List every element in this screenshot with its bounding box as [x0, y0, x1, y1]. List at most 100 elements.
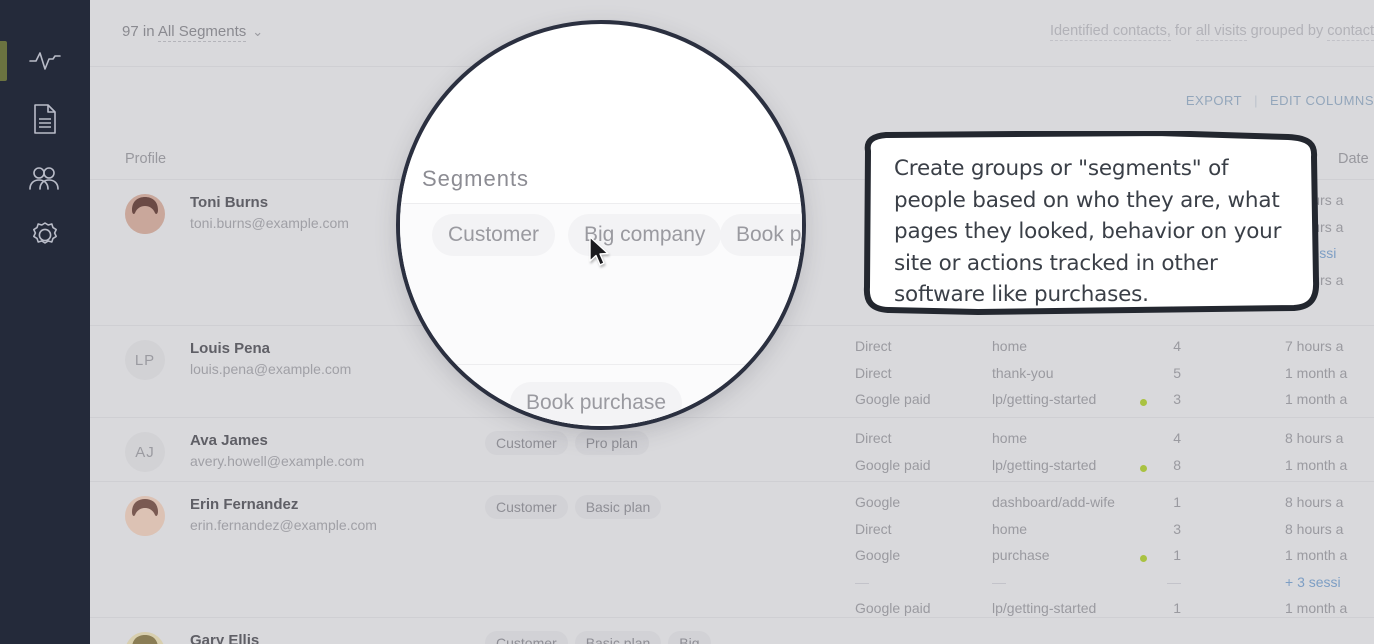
contact-name[interactable]: Erin Fernandez	[190, 496, 298, 513]
sidebar-item-contacts[interactable]	[0, 151, 90, 205]
document-icon	[32, 103, 58, 135]
visit-count: 1	[1173, 600, 1181, 616]
visit-date: 8 hours a	[1285, 430, 1344, 446]
chevron-down-icon[interactable]: ⌄	[252, 24, 263, 40]
segment-tags: Customer Basic plan Big	[485, 631, 718, 644]
segment-tags: Customer Pro plan	[485, 431, 656, 455]
table-row[interactable]: AJ Ava James avery.howell@example.com Custo…	[90, 418, 1374, 482]
contact-name[interactable]: Gary Ellis	[190, 632, 259, 644]
visit-date: 8 hours a	[1285, 520, 1344, 537]
visit-count: 1	[1173, 547, 1181, 563]
visit-page: home	[992, 430, 1028, 446]
visit-date: 1 month a	[1285, 364, 1348, 381]
sidebar-item-activity[interactable]	[0, 33, 90, 87]
segment-tag[interactable]: Customer	[485, 631, 568, 644]
table-row[interactable]: Erin Fernandez erin.fernandez@example.com…	[90, 482, 1374, 618]
visit-source: Direct	[855, 430, 892, 446]
avatar-initials: AJ	[135, 443, 155, 461]
filter-contacts-type[interactable]: Identified contacts,	[1049, 23, 1171, 41]
visit-page: lp/getting-started	[992, 456, 1097, 473]
visit-source: Google	[855, 494, 901, 510]
magnified-tag-book-purchase[interactable]: Book purc	[720, 214, 802, 256]
filter-summary: Identified contacts, for all visits grou…	[1049, 23, 1374, 41]
pulse-icon	[28, 47, 62, 73]
magnified-segments-title: Segments	[422, 166, 530, 191]
visit-date: 1 month a	[1285, 391, 1348, 407]
contact-name[interactable]: Louis Pena	[190, 340, 270, 357]
people-icon	[28, 165, 62, 191]
visit-date: 8 hours a	[1285, 494, 1344, 510]
contact-name[interactable]: Toni Burns	[190, 194, 268, 211]
visit-page: lp/getting-started	[992, 600, 1097, 616]
avatar-initials: LP	[134, 351, 156, 369]
segment-count-selector: 97 in All Segments ⌄	[122, 23, 263, 42]
visit-count: 5	[1173, 364, 1181, 381]
conversion-dot-icon	[1140, 464, 1147, 472]
column-header-profile[interactable]: Profile	[125, 151, 166, 167]
visit-count: 4	[1173, 338, 1181, 354]
filter-visits-type[interactable]: all visits	[1195, 23, 1247, 41]
segment-tag[interactable]: Basic plan	[574, 495, 662, 519]
mouse-cursor-icon	[588, 236, 612, 268]
sidebar-item-settings[interactable]	[0, 208, 90, 262]
visit-source: Google paid	[855, 600, 931, 616]
contact-name[interactable]: Ava James	[190, 432, 268, 449]
filter-groupedby-label: grouped by	[1250, 23, 1324, 39]
avatar[interactable]: AJ	[125, 432, 165, 472]
magnified-tag-customer[interactable]: Customer	[432, 214, 556, 256]
visit-count: 3	[1173, 391, 1181, 407]
visit-source: Direct	[855, 338, 892, 354]
visit-source: Google paid	[855, 456, 931, 473]
avatar[interactable]	[125, 194, 165, 234]
visit-page: home	[992, 338, 1028, 354]
visit-page: dashboard/add-wife	[992, 494, 1115, 510]
visit-page: purchase	[992, 547, 1050, 563]
visit-date: 1 month a	[1285, 547, 1348, 563]
visit-source: Google	[855, 547, 901, 563]
visit-page: lp/getting-started	[992, 391, 1097, 407]
table-actions: EXPORT | EDIT COLUMNS	[1186, 93, 1374, 108]
avatar[interactable]	[125, 496, 165, 536]
visit-page: thank-you	[992, 364, 1054, 381]
gear-icon	[30, 220, 60, 250]
visit-page: —	[992, 573, 1006, 590]
avatar-photo	[125, 496, 165, 536]
annotation-callout: Create groups or "segments" of people ba…	[858, 131, 1322, 317]
magnifier-content: Segments Customer Big company Book purc …	[400, 24, 802, 426]
left-sidebar	[0, 0, 90, 644]
segment-selector[interactable]: All Segments	[157, 23, 247, 42]
avatar[interactable]	[125, 632, 165, 644]
visit-count: 3	[1173, 520, 1181, 537]
actions-divider: |	[1254, 93, 1258, 108]
segment-tag[interactable]: Customer	[485, 431, 568, 455]
contact-email: toni.burns@example.com	[190, 215, 349, 231]
edit-columns-button[interactable]: EDIT COLUMNS	[1270, 93, 1374, 108]
magnifier-lens: Segments Customer Big company Book purc …	[396, 20, 806, 430]
filter-for-label: for	[1174, 23, 1192, 39]
column-header-date[interactable]: Date	[1338, 151, 1369, 167]
visit-source: —	[855, 573, 869, 590]
visit-source: Direct	[855, 364, 892, 381]
contact-email: avery.howell@example.com	[190, 453, 365, 469]
visit-count: 8	[1173, 456, 1181, 473]
visit-source: Google paid	[855, 391, 931, 407]
visit-source: Direct	[855, 520, 892, 537]
segment-tag[interactable]: Basic plan	[574, 631, 662, 644]
contact-email: erin.fernandez@example.com	[190, 517, 377, 533]
more-sessions-link[interactable]: + 3 sessi	[1285, 574, 1341, 590]
segment-tag[interactable]: Pro plan	[574, 431, 649, 455]
segment-tag[interactable]: Big	[668, 631, 711, 644]
segment-tags: Customer Basic plan	[485, 495, 668, 519]
filter-groupby-value[interactable]: contact	[1327, 23, 1374, 41]
app-root: 97 in All Segments ⌄ Identified contacts,…	[0, 0, 1374, 644]
conversion-dot-icon	[1140, 555, 1147, 562]
visit-count: 1	[1173, 494, 1181, 510]
magnified-tag-book-purchase-2[interactable]: Book purchase	[510, 382, 683, 424]
sidebar-item-reports[interactable]	[0, 92, 90, 146]
export-button[interactable]: EXPORT	[1186, 93, 1242, 108]
avatar[interactable]: LP	[125, 340, 165, 380]
conversion-dot-icon	[1140, 399, 1147, 406]
contact-email: louis.pena@example.com	[190, 361, 352, 377]
segment-tag[interactable]: Customer	[485, 495, 568, 519]
table-row[interactable]: Gary Ellis Customer Basic plan Big	[90, 618, 1374, 644]
